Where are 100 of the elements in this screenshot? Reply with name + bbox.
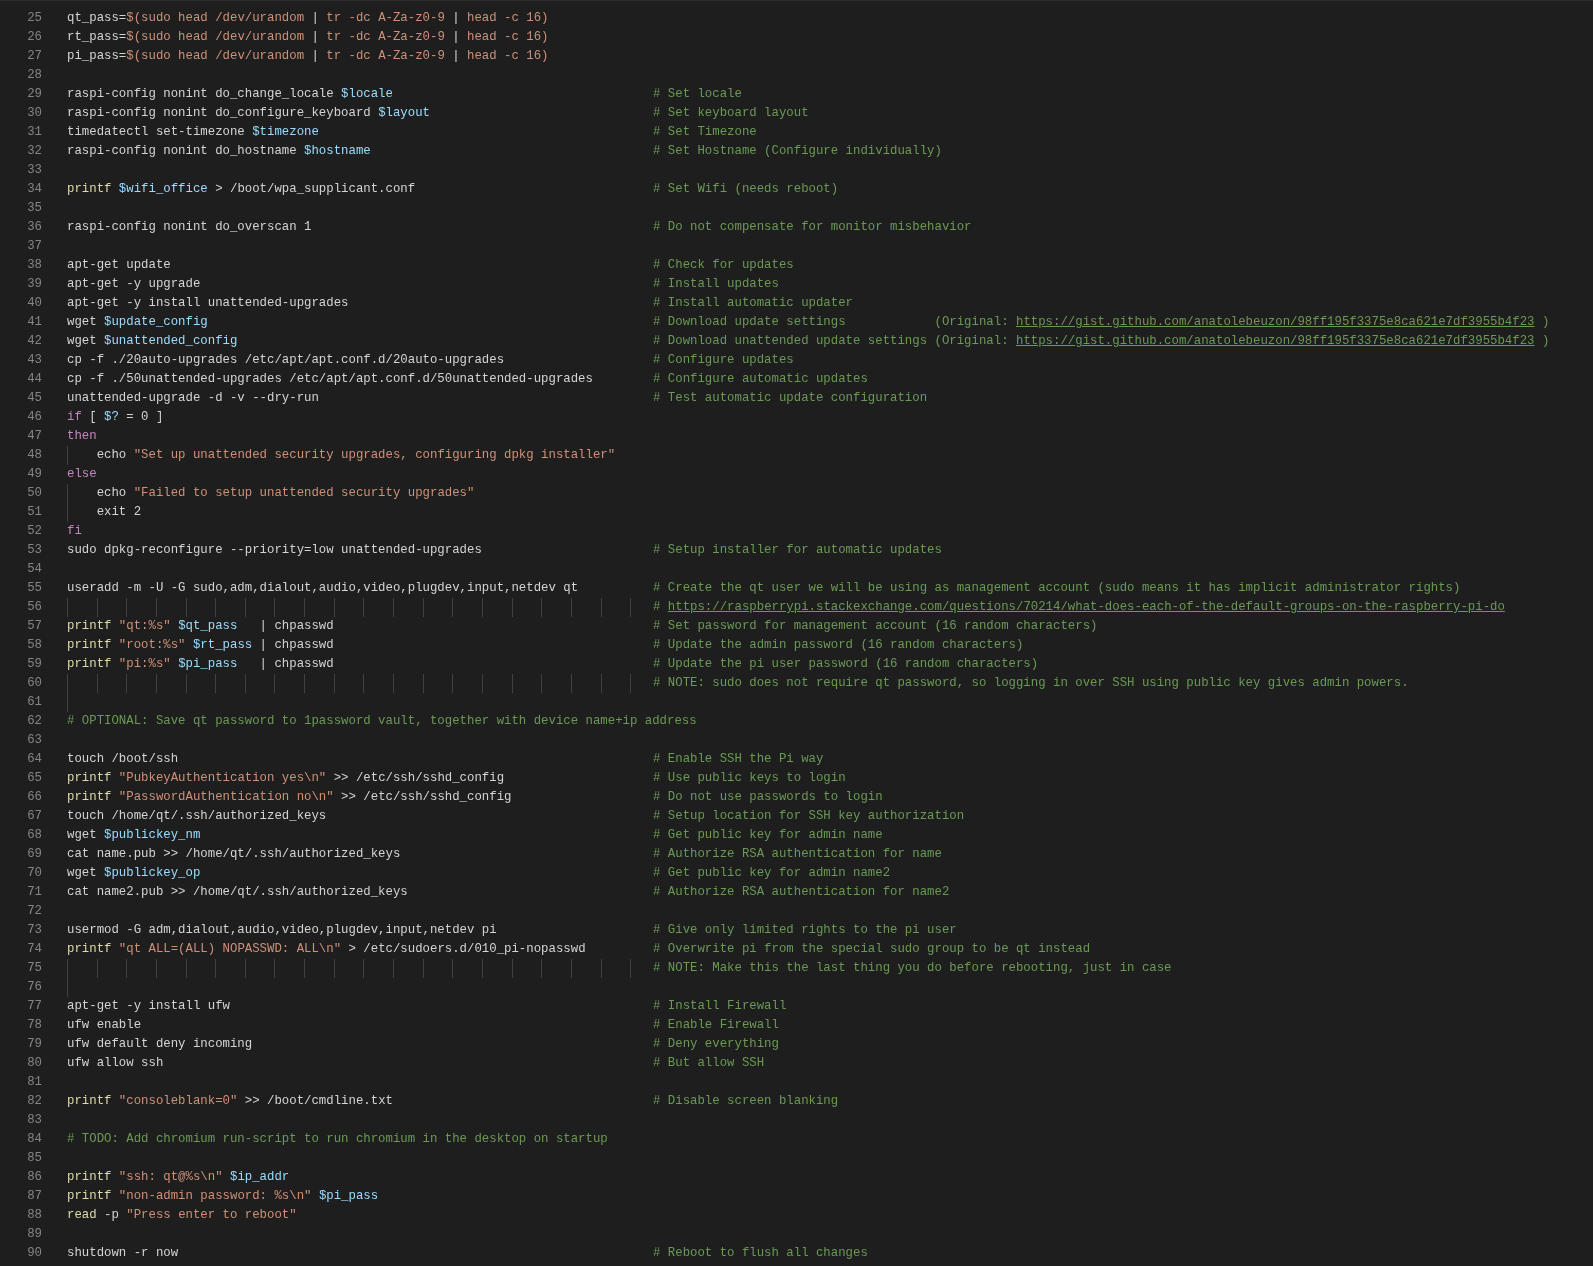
code-line: wget $publickey_nm [67,828,201,842]
code-line: printf "qt ALL=(ALL) NOPASSWD: ALL\n" > /etc/sudoers.d/010_pi-nopasswd [67,942,586,956]
code-line: apt-get -y install unattended-upgrades [67,296,349,310]
code-line: qt_pass=$(sudo head /dev/urandom | tr -dc A-Za-z0-9 | head -c 16) [67,11,549,25]
code-line: # OPTIONAL: Save qt password to 1password vault, together with device name+ip address [67,714,697,728]
code-comment: # Download unattended update settings (Original: https://gist.github.com/anatolebeuzon/98ff195f3375e8ca621e7df3955b4f23 ) [653,333,1550,350]
code-line: shutdown -r now [67,1246,179,1260]
line-number: 61 [26,694,42,711]
code-comment: # Set Wifi (needs reboot) [653,181,839,198]
code-comment: # Configure automatic updates [653,371,868,388]
link[interactable]: https://gist.github.com/anatolebeuzon/98ff195f3375e8ca621e7df3955b4f23 [1015,315,1535,329]
code-comment: # Get public key for admin name [653,827,883,844]
code-line: ufw enable [67,1018,142,1032]
line-number: 53 [26,542,42,559]
line-number: 69 [26,846,42,863]
code-line: apt-get update [67,258,171,272]
code-line: apt-get -y install ufw [67,999,230,1013]
code-line: cp -f ./20auto-upgrades /etc/apt/apt.conf.d/20auto-upgrades [67,353,505,367]
line-number: 50 [26,485,42,502]
line-number: 49 [26,466,42,483]
code-comment: # Update the admin password (16 random characters) [653,637,1024,654]
code-comment: # Reboot to flush all changes [653,1245,868,1262]
code-line: cp -f ./50unattended-upgrades /etc/apt/apt.conf.d/50unattended-upgrades [67,372,593,386]
line-number: 65 [26,770,42,787]
line-number: 84 [26,1131,42,1148]
line-number: 64 [26,751,42,768]
line-number: 54 [26,561,42,578]
line-number: 60 [26,675,42,692]
line-number: 33 [26,162,42,179]
line-number: 81 [26,1074,42,1091]
line-number: 80 [26,1055,42,1072]
line-number: 56 [26,599,42,616]
code-line: printf "root:%s" $rt_pass | chpasswd [67,638,334,652]
code-line: raspi-config nonint do_configure_keyboard $layout [67,106,430,120]
line-number: 27 [26,48,42,65]
line-number: 45 [26,390,42,407]
line-number: 38 [26,257,42,274]
line-number: 44 [26,371,42,388]
code-line: exit 2 [95,505,142,519]
line-number: 70 [26,865,42,882]
code-line: printf "PubkeyAuthentication yes\n" >> /etc/ssh/sshd_config [67,771,505,785]
code-line: ufw allow ssh [67,1056,164,1070]
code-line: pi_pass=$(sudo head /dev/urandom | tr -dc A-Za-z0-9 | head -c 16) [67,49,549,63]
line-number: 26 [26,29,42,46]
line-number: 51 [26,504,42,521]
code-comment: # Create the qt user we will be using as management account (sudo means it has implicit administrator rights) [653,580,1461,597]
code-line: wget $update_config [67,315,208,329]
code-comment: # Configure updates [653,352,794,369]
code-line: touch /home/qt/.ssh/authorized_keys [67,809,327,823]
line-number: 74 [26,941,42,958]
code-line: touch /boot/ssh [67,752,179,766]
code-comment: # Use public keys to login [653,770,846,787]
code-comment: # Get public key for admin name2 [653,865,891,882]
code-line: echo "Set up unattended security upgrades, configuring dpkg installer" [95,448,616,462]
code-comment: # Check for updates [653,257,794,274]
code-line: cat name.pub >> /home/qt/.ssh/authorized_keys [67,847,401,861]
line-number: 34 [26,181,42,198]
code-comment: # Overwrite pi from the special sudo group to be qt instead [653,941,1091,958]
code-line: printf "consoleblank=0" >> /boot/cmdline.txt [67,1094,393,1108]
line-number: 89 [26,1226,42,1243]
line-number: 87 [26,1188,42,1205]
line-number: 62 [26,713,42,730]
line-number: 83 [26,1112,42,1129]
line-number: 48 [26,447,42,464]
line-number: 31 [26,124,42,141]
code-comment: # Set password for management account (16 random characters) [653,618,1098,635]
code-comment: # Authorize RSA authentication for name2 [653,884,950,901]
line-number: 75 [26,960,42,977]
code-line: printf "ssh: qt@%s\n" $ip_addr [67,1170,290,1184]
code-line: else [67,467,97,481]
line-number: 71 [26,884,42,901]
line-number: 42 [26,333,42,350]
code-comment: # Deny everything [653,1036,779,1053]
code-comment: # Setup location for SSH key authorization [653,808,965,825]
line-number: 52 [26,523,42,540]
code-line: cat name2.pub >> /home/qt/.ssh/authorized_keys [67,885,408,899]
code-line: rt_pass=$(sudo head /dev/urandom | tr -dc A-Za-z0-9 | head -c 16) [67,30,549,44]
code-line: fi [67,524,82,538]
line-number: 30 [26,105,42,122]
line-number: 76 [26,979,42,996]
code-comment: # Enable Firewall [653,1017,779,1034]
code-comment: # Set Timezone [653,124,757,141]
code-comment: # Disable screen blanking [653,1093,839,1110]
line-number: 86 [26,1169,42,1186]
line-number: 67 [26,808,42,825]
code-comment: # Do not compensate for monitor misbehavior [653,219,972,236]
line-number: 55 [26,580,42,597]
code-line: printf $wifi_office > /boot/wpa_supplicant.conf [67,182,416,196]
line-number: 47 [26,428,42,445]
code-line: echo "Failed to setup unattended security upgrades" [95,486,475,500]
code-line: printf "non-admin password: %s\n" $pi_pass [67,1189,379,1203]
code-line: raspi-config nonint do_overscan 1 [67,220,312,234]
line-number: 36 [26,219,42,236]
code-line: timedatectl set-timezone $timezone [67,125,319,139]
code-comment: # Install automatic updater [653,295,853,312]
code-line: wget $publickey_op [67,866,201,880]
link[interactable]: https://raspberrypi.stackexchange.com/questions/70214/what-does-each-of-the-default-groups-on-the-raspberry-pi-do [667,600,1505,614]
code-line: then [67,429,97,443]
link[interactable]: https://gist.github.com/anatolebeuzon/98ff195f3375e8ca621e7df3955b4f23 [1015,334,1535,348]
code-comment: # Download update settings (Original: https://gist.github.com/anatolebeuzon/98ff195f3375e8ca621e7df3955b4f23 ) [653,314,1550,331]
